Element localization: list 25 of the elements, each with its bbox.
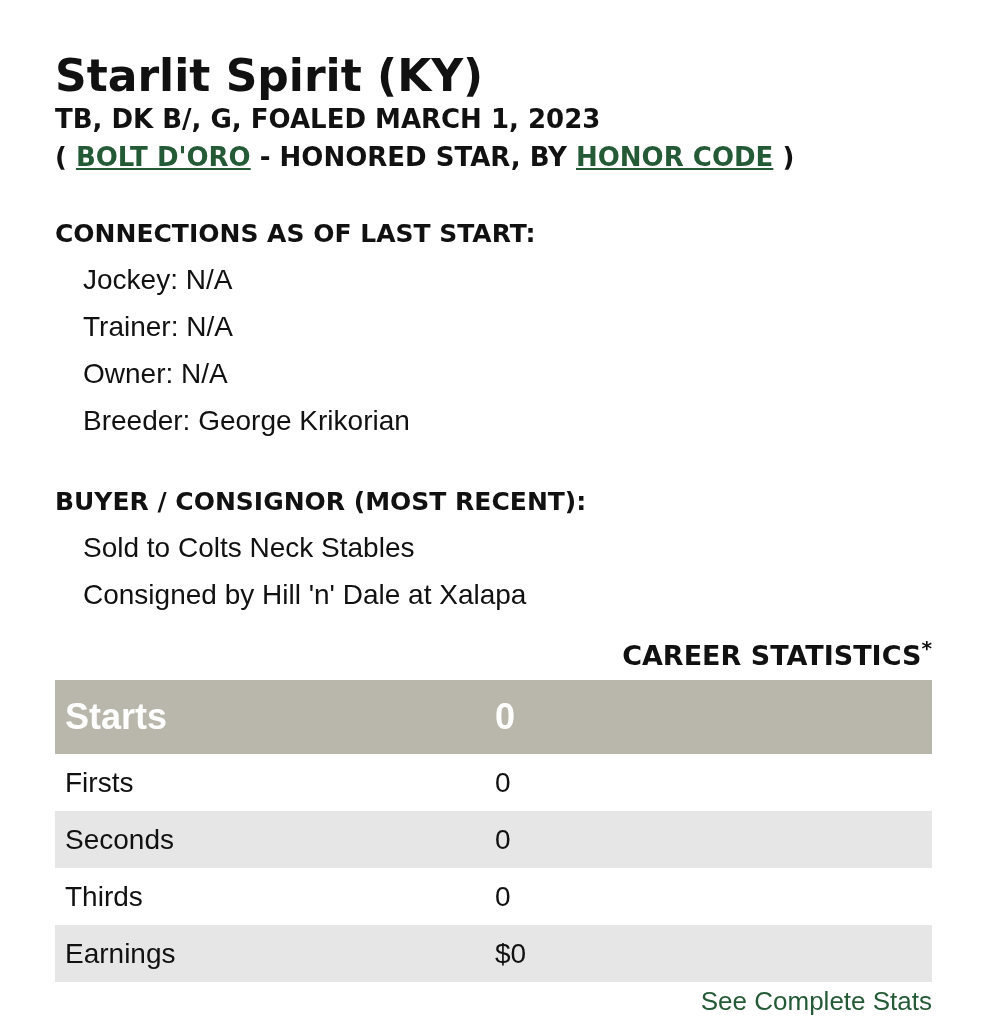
table-cell: Earnings bbox=[55, 925, 485, 983]
stats-title: CAREER STATISTICS$^{*}$ bbox=[621, 638, 932, 674]
table-cell: 0 bbox=[485, 811, 932, 869]
table-cell: Seconds bbox=[55, 811, 485, 869]
info-line: Trainer: N/A bbox=[82, 310, 234, 345]
horse-name: Starlit Spirit (KY) bbox=[55, 52, 485, 101]
info-line: Jockey: N/A bbox=[82, 263, 234, 298]
table-cell: Firsts bbox=[55, 754, 485, 812]
info-line: Breeder: George Krikorian bbox=[82, 404, 411, 439]
pedigree-line: ( BOLT D'ORO - HONORED STAR, BY HONOR CODE ) bbox=[55, 141, 796, 175]
table-cell: Thirds bbox=[55, 868, 485, 926]
damsire-link[interactable]: HONOR CODE bbox=[576, 142, 774, 173]
stats-link[interactable]: See Complete Stats bbox=[700, 982, 932, 1022]
table-cell: $0 bbox=[485, 925, 932, 983]
info-line: Owner: N/A bbox=[82, 357, 229, 392]
table-cell: 0 bbox=[485, 868, 932, 926]
header-cell: Starts bbox=[55, 680, 485, 755]
info-line: Sold to Colts Neck Stables bbox=[82, 531, 416, 566]
section-heading: BUYER / CONSIGNOR (MOST RECENT): bbox=[55, 486, 588, 519]
section-heading: CONNECTIONS AS OF LAST START: bbox=[55, 218, 537, 251]
info-line: Consigned by Hill 'n' Dale at Xalapa bbox=[82, 578, 528, 613]
horse-details: TB, DK B/, G, FOALED MARCH 1, 2023 bbox=[55, 103, 602, 137]
table-cell: 0 bbox=[485, 754, 932, 812]
header-cell: 0 bbox=[485, 680, 932, 755]
sire-link[interactable]: BOLT D'ORO bbox=[75, 142, 251, 173]
